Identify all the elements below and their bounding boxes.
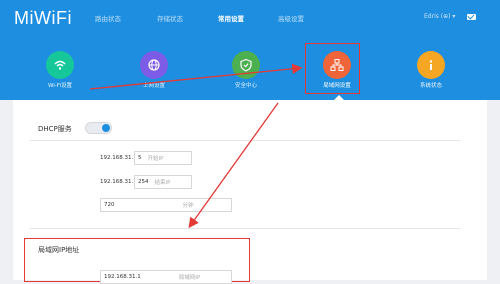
arrow-to-lan-section xyxy=(188,102,279,229)
annotation-arrows xyxy=(89,63,303,229)
arrow-to-lan-icon xyxy=(89,63,303,90)
